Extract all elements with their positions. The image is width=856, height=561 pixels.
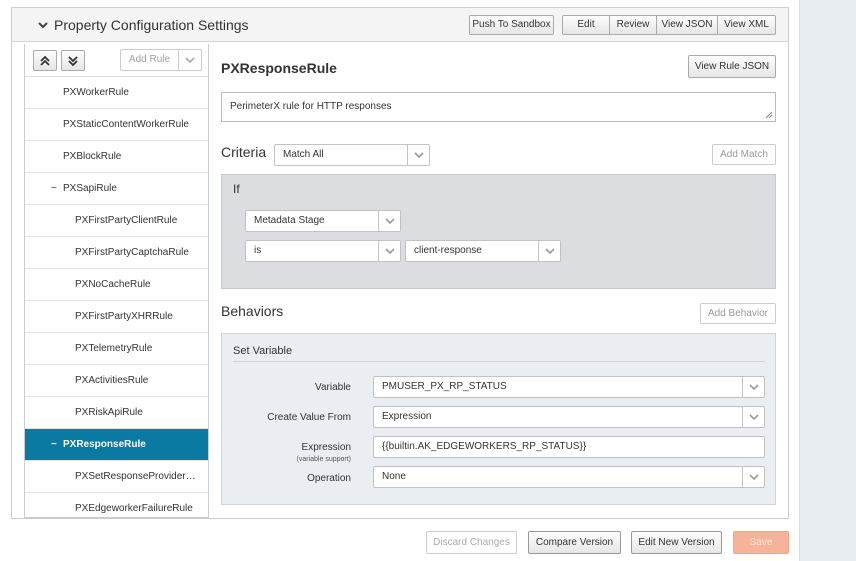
tree-item-label: PXRiskApiRule [75,407,143,418]
compare-version-button[interactable]: Compare Version [528,531,621,554]
tree-item[interactable]: PXTelemetryRule [25,333,208,365]
variable-label: Variable [315,382,351,393]
panel-title: Property Configuration Settings [54,17,249,33]
set-variable-behavior: Set Variable Variable PMUSER_PX_RP_STATU… [221,333,776,505]
review-button[interactable]: Review [610,15,657,35]
add-behavior-button[interactable]: Add Behavior [700,303,776,324]
tree-item-label: PXBlockRule [63,151,122,162]
expression-sublabel: (variable support) [296,456,351,463]
chevron-down-icon [407,145,429,165]
condition-field-select[interactable]: Metadata Stage [245,210,401,232]
create-value-from-select[interactable]: Expression [373,406,765,428]
tree-item[interactable]: PXStaticContentWorkerRule [25,109,208,141]
tree-item-label: PXFirstPartyClientRule [75,215,178,226]
rule-editor: PXResponseRule View Rule JSON PerimeterX… [221,44,787,518]
chevron-down-icon [179,50,201,70]
discard-changes-button[interactable]: Discard Changes [426,531,517,554]
edit-new-version-button[interactable]: Edit New Version [631,531,722,554]
collapse-all-button[interactable] [33,50,57,71]
panel-action-group: Edit Review View JSON View XML [562,15,776,35]
rule-name: PXResponseRule [221,60,337,76]
rule-comment-text: PerimeterX rule for HTTP responses [230,101,392,112]
tree-item-label: PXSetResponseProvider… [75,471,196,482]
chevron-down-icon [742,377,764,397]
tree-item[interactable]: PXSetResponseProvider… [25,461,208,493]
condition-operator-select[interactable]: is [245,240,401,262]
tree-item[interactable]: PXNoCacheRule [25,269,208,301]
save-button[interactable]: Save [733,531,789,554]
resize-grip-icon[interactable] [765,111,773,119]
operation-label: Operation [307,473,351,484]
tree-item-label: PXEdgeworkerFailureRule [75,503,193,514]
tree-item[interactable]: PXWorkerRule [25,77,208,109]
tree-item[interactable]: PXFirstPartyClientRule [25,205,208,237]
tree-item[interactable]: PXBlockRule [25,141,208,173]
tree-item[interactable]: PXFirstPartyXHRRule [25,301,208,333]
tree-item-label: PXSapiRule [63,183,117,194]
double-chevron-up-icon [40,55,50,66]
expand-all-button[interactable] [61,50,85,71]
rule-tree: PXWorkerRule PXStaticContentWorkerRule PXB… [25,77,208,517]
tree-item-label: PXFirstPartyXHRRule [75,311,173,322]
chevron-down-icon [742,407,764,427]
add-match-button[interactable]: Add Match [712,144,776,165]
tree-item-label: PXTelemetryRule [75,343,153,354]
variable-value: PMUSER_PX_RP_STATUS [382,381,507,392]
chevron-down-icon [742,467,764,487]
variable-select[interactable]: PMUSER_PX_RP_STATUS [373,376,765,398]
condition-operator-value: is [254,245,262,256]
chevron-down-icon [378,211,400,231]
expression-label: Expression [301,442,351,453]
collapse-toggle-icon[interactable]: − [51,173,57,204]
behavior-divider [233,361,765,362]
behaviors-title: Behaviors [221,303,284,319]
expression-input[interactable]: {{builtin.AK_EDGEWORKERS_RP_STATUS}} [373,436,765,458]
tree-item[interactable]: − PXSapiRule [25,173,208,205]
double-chevron-down-icon [68,55,78,66]
view-rule-json-button[interactable]: View Rule JSON [688,55,776,78]
tree-item[interactable]: − PXResponseRule [25,429,208,461]
tree-item[interactable]: PXFirstPartyCaptchaRule [25,237,208,269]
condition-field-value: Metadata Stage [254,215,325,226]
push-to-sandbox-button[interactable]: Push To Sandbox [469,15,554,35]
operation-value: None [382,471,406,482]
page: Property Configuration Settings Push To … [0,0,800,561]
condition-value-text: client-response [414,245,482,256]
property-config-panel: Property Configuration Settings Push To … [11,7,789,519]
tree-item[interactable]: PXActivitiesRule [25,365,208,397]
view-json-button[interactable]: View JSON [657,15,718,35]
panel-header: Property Configuration Settings Push To … [12,8,788,42]
tree-item-label: PXStaticContentWorkerRule [63,119,189,130]
criteria-if-box: If Metadata Stage is client-response [221,174,776,289]
operation-select[interactable]: None [373,466,765,488]
rule-comment-field[interactable]: PerimeterX rule for HTTP responses [221,92,776,122]
tree-item-label: PXResponseRule [63,439,146,450]
match-mode-select[interactable]: Match All [274,144,430,166]
condition-value-select[interactable]: client-response [405,240,561,262]
add-rule-label: Add Rule [121,50,179,70]
tree-item-label: PXFirstPartyCaptchaRule [75,247,189,258]
add-rule-dropdown[interactable]: Add Rule [120,49,202,71]
if-label: If [233,182,240,196]
edit-button[interactable]: Edit [562,15,610,35]
behavior-heading: Set Variable [233,345,293,357]
rule-tree-toolbar: Add Rule [25,44,208,77]
tree-item-label: PXActivitiesRule [75,375,149,386]
chevron-down-icon[interactable] [36,18,50,32]
create-value-from-value: Expression [382,411,432,422]
criteria-title: Criteria [221,144,267,160]
tree-item-label: PXNoCacheRule [75,279,151,290]
match-mode-value: Match All [283,149,324,160]
chevron-down-icon [378,241,400,261]
tree-item[interactable]: PXEdgeworkerFailureRule [25,493,208,517]
view-xml-button[interactable]: View XML [718,15,776,35]
rule-tree-sidebar: Add Rule PXWorkerRule PXStaticContentWork… [24,44,209,518]
collapse-toggle-icon[interactable]: − [51,429,57,460]
create-value-from-label: Create Value From [267,412,351,423]
tree-item[interactable]: PXRiskApiRule [25,397,208,429]
chevron-down-icon [538,241,560,261]
tree-item-label: PXWorkerRule [63,87,129,98]
